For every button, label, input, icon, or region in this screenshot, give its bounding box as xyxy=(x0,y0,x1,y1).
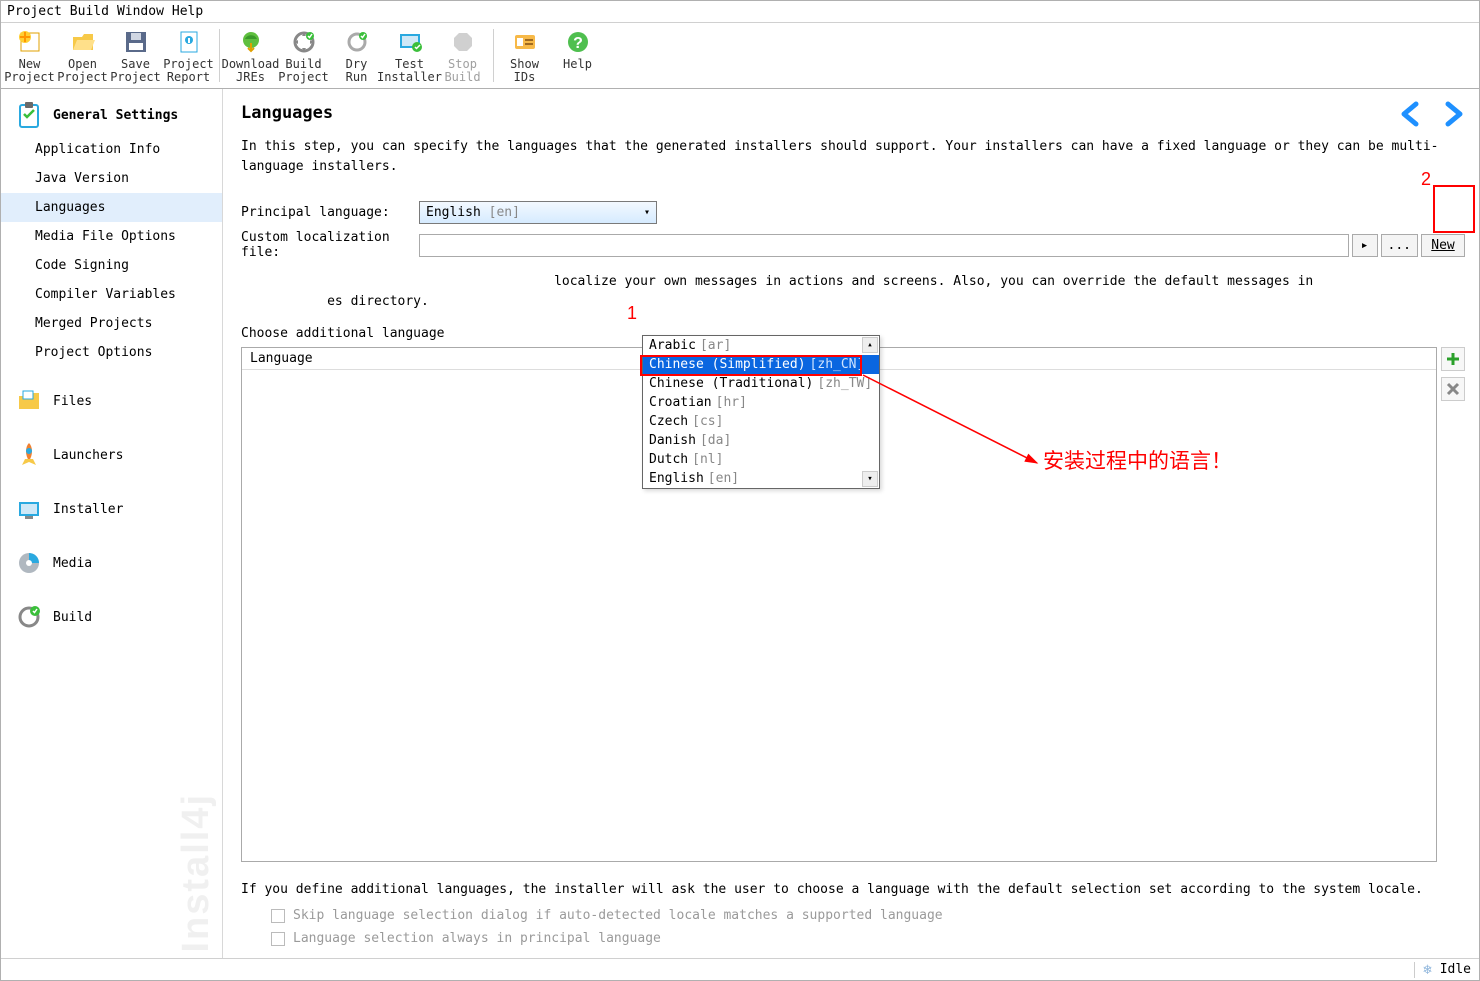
toolbar-stop-button: Stop Build xyxy=(436,25,489,86)
scroll-up-icon[interactable]: ▴ xyxy=(862,337,878,353)
status-bar: ❄ Idle xyxy=(1,958,1479,980)
principal-lang-checkbox-row[interactable]: Language selection always in principal l… xyxy=(241,927,1465,958)
page-title: Languages xyxy=(241,103,1465,123)
add-language-button[interactable] xyxy=(1441,347,1465,371)
custom-localization-input[interactable] xyxy=(419,234,1349,257)
toolbar: New ProjectOpen ProjectSave ProjectProje… xyxy=(1,23,1479,89)
new-button[interactable]: New xyxy=(1421,234,1465,257)
toolbar-report-button[interactable]: Project Report xyxy=(162,25,215,86)
dropdown-item-czech[interactable]: Czech [cs] xyxy=(643,412,879,431)
dropdown-item-arabic[interactable]: Arabic [ar] xyxy=(643,336,879,355)
toolbar-save-button[interactable]: Save Project xyxy=(109,25,162,86)
sidebar-item-project-options[interactable]: Project Options xyxy=(1,338,222,367)
menu-build[interactable]: Build xyxy=(70,4,109,19)
annotation-2: 2 xyxy=(1421,169,1431,190)
dropdown-item-croatian[interactable]: Croatian [hr] xyxy=(643,393,879,412)
dropdown-item-chinese-traditional-[interactable]: Chinese (Traditional) [zh_TW] xyxy=(643,374,879,393)
sidebar-item-application-info[interactable]: Application Info xyxy=(1,135,222,164)
menu-bar: Project Build Window Help xyxy=(1,1,1479,23)
watermark: Install4j xyxy=(175,793,218,953)
save-icon xyxy=(121,27,151,57)
sidebar-item-java-version[interactable]: Java Version xyxy=(1,164,222,193)
build2-icon xyxy=(15,603,43,631)
annotation-1: 1 xyxy=(627,303,637,324)
report-icon xyxy=(174,27,204,57)
sidebar-section-general[interactable]: General Settings xyxy=(1,95,222,135)
toolbar-help-button[interactable]: ?Help xyxy=(551,25,604,73)
main-panel: Languages In this step, you can specify … xyxy=(223,89,1479,958)
sidebar-section-label: General Settings xyxy=(53,108,178,123)
sidebar: General Settings Application InfoJava Ve… xyxy=(1,89,223,958)
th-language: Language xyxy=(242,348,657,369)
remove-language-button[interactable] xyxy=(1441,377,1465,401)
sidebar-section-build[interactable]: Build xyxy=(1,597,222,637)
label-custom-localization: Custom localization file: xyxy=(241,230,419,260)
localization-hint: With a custom localization file you can … xyxy=(241,272,1465,312)
sidebar-item-code-signing[interactable]: Code Signing xyxy=(1,251,222,280)
ids-icon xyxy=(510,27,540,57)
sidebar-section-files[interactable]: Files xyxy=(1,381,222,421)
media-icon xyxy=(15,549,43,577)
installer-icon xyxy=(15,495,43,523)
sidebar-section-installer[interactable]: Installer xyxy=(1,489,222,529)
menu-help[interactable]: Help xyxy=(172,4,203,19)
open-icon xyxy=(68,27,98,57)
dropdown-item-danish[interactable]: Danish [da] xyxy=(643,431,879,450)
dropdown-item-chinese-simplified-[interactable]: Chinese (Simplified) [zh_CN] xyxy=(643,355,879,374)
help-icon: ? xyxy=(563,27,593,57)
history-button[interactable]: ▸ xyxy=(1352,234,1378,257)
checkbox-icon xyxy=(271,932,285,946)
menu-window[interactable]: Window xyxy=(117,4,164,19)
principal-language-combo[interactable]: English [en] ▾ xyxy=(419,201,657,224)
sidebar-section-launchers[interactable]: Launchers xyxy=(1,435,222,475)
test-icon xyxy=(395,27,425,57)
toolbar-download-button[interactable]: Download JREs xyxy=(224,25,277,86)
nav-next-button[interactable] xyxy=(1435,95,1473,133)
toolbar-open-button[interactable]: Open Project xyxy=(56,25,109,86)
toolbar-ids-button[interactable]: Show IDs xyxy=(498,25,551,86)
annotation-text: 安装过程中的语言！ xyxy=(1043,445,1232,475)
launchers-icon xyxy=(15,441,43,469)
label-additional-languages: Choose additional language xyxy=(241,326,445,341)
sidebar-item-media-file-options[interactable]: Media File Options xyxy=(1,222,222,251)
svg-text:?: ? xyxy=(573,35,583,52)
snowflake-icon: ❄ xyxy=(1423,962,1431,978)
principal-lang-label: Language selection always in principal l… xyxy=(293,931,661,946)
chevron-down-icon: ▾ xyxy=(644,207,650,218)
status-idle: Idle xyxy=(1440,962,1471,977)
browse-button[interactable]: ... xyxy=(1381,234,1418,257)
toolbar-dry-button[interactable]: Dry Run xyxy=(330,25,383,86)
stop-icon xyxy=(448,27,478,57)
files-icon xyxy=(15,387,43,415)
page-description: In this step, you can specify the langua… xyxy=(241,137,1465,177)
download-icon xyxy=(236,27,266,57)
scroll-down-icon[interactable]: ▾ xyxy=(862,471,878,487)
nav-prev-button[interactable] xyxy=(1391,95,1429,133)
sidebar-item-merged-projects[interactable]: Merged Projects xyxy=(1,309,222,338)
label-principal-language: Principal language: xyxy=(241,205,419,220)
sidebar-item-languages[interactable]: Languages xyxy=(1,193,222,222)
checkbox-icon xyxy=(271,909,285,923)
dry-icon xyxy=(342,27,372,57)
clipboard-icon xyxy=(15,101,43,129)
build-icon xyxy=(289,27,319,57)
toolbar-build-button[interactable]: Build Project xyxy=(277,25,330,86)
language-dropdown[interactable]: ▴ ▾ Arabic [ar]Chinese (Simplified) [zh_… xyxy=(642,335,880,489)
dropdown-item-english[interactable]: English [en] xyxy=(643,469,879,488)
toolbar-new-button[interactable]: New Project xyxy=(3,25,56,86)
footer-note: If you define additional languages, the … xyxy=(241,872,1465,904)
sidebar-section-media[interactable]: Media xyxy=(1,543,222,583)
sidebar-item-compiler-variables[interactable]: Compiler Variables xyxy=(1,280,222,309)
menu-project[interactable]: Project xyxy=(7,4,62,19)
skip-dialog-checkbox-row[interactable]: Skip language selection dialog if auto-d… xyxy=(241,904,1465,927)
skip-dialog-label: Skip language selection dialog if auto-d… xyxy=(293,908,943,923)
dropdown-item-dutch[interactable]: Dutch [nl] xyxy=(643,450,879,469)
toolbar-test-button[interactable]: Test Installer xyxy=(383,25,436,86)
new-icon xyxy=(15,27,45,57)
